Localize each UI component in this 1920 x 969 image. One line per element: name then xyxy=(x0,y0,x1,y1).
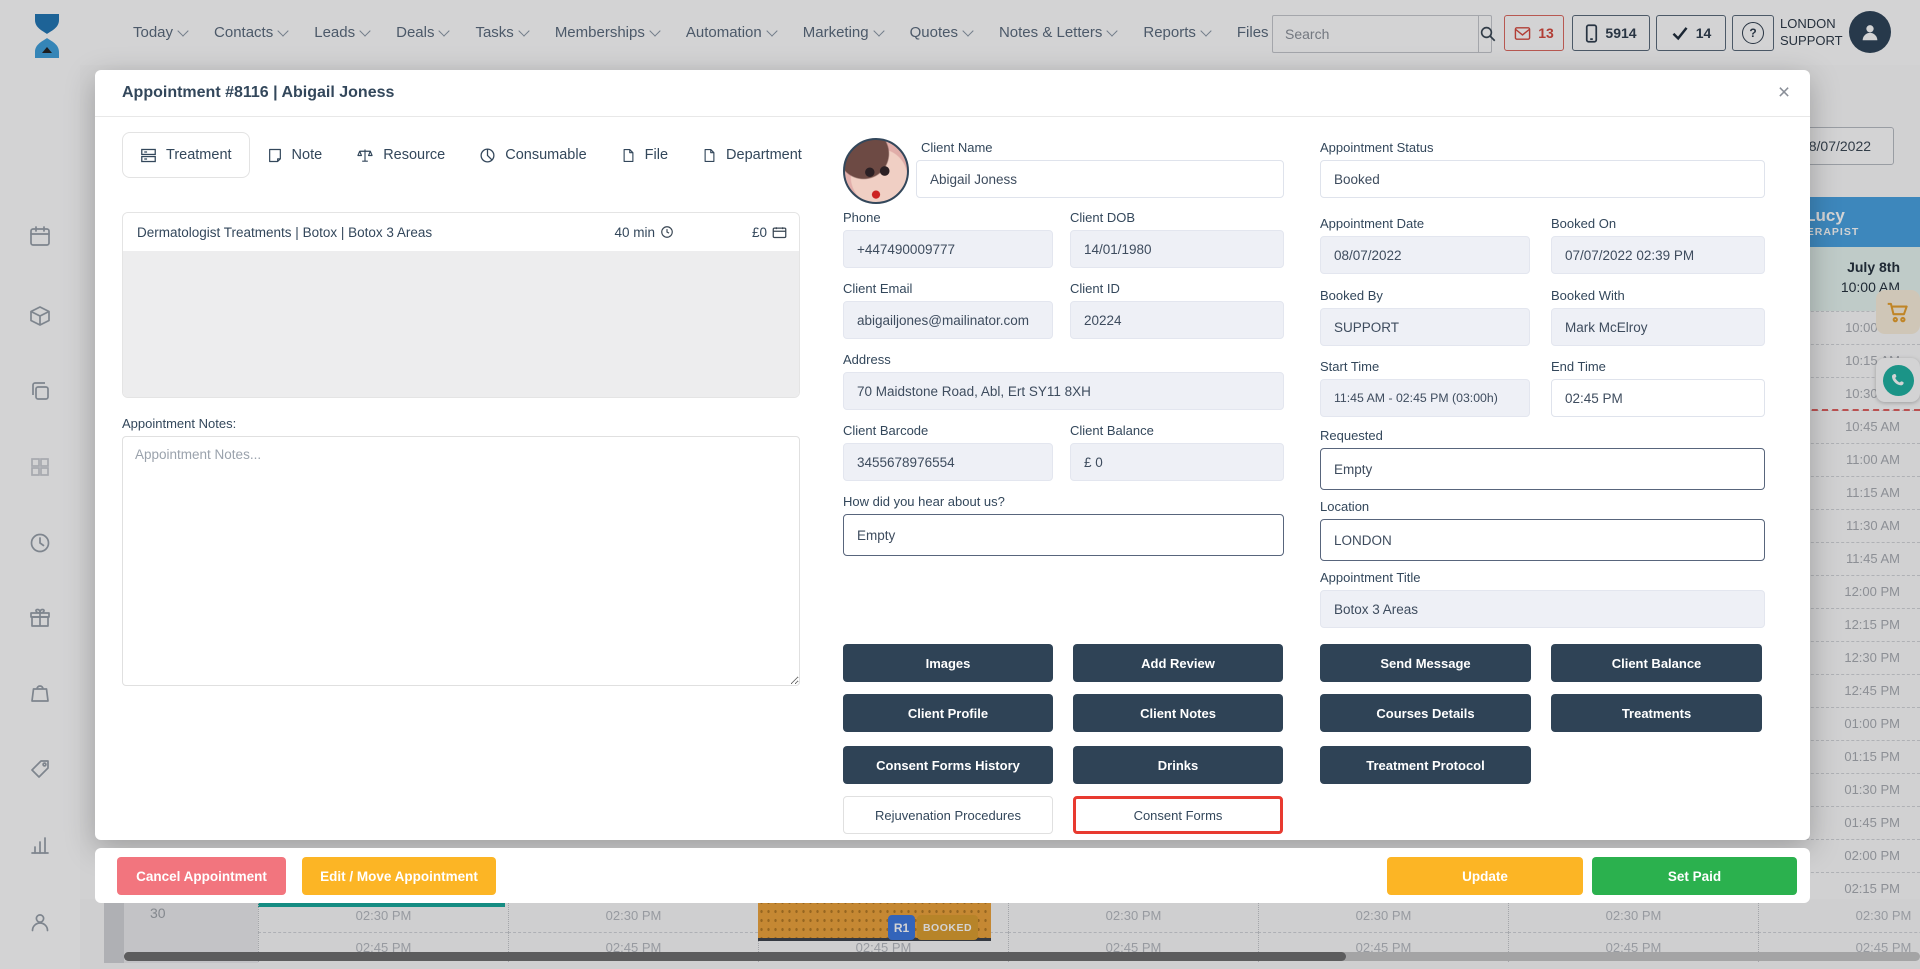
client-email-label: Client Email xyxy=(843,281,912,296)
booked-by-label: Booked By xyxy=(1320,288,1383,303)
scale-icon xyxy=(356,147,374,164)
phone-field[interactable]: +447490009777 xyxy=(843,230,1053,268)
hear-about-select[interactable]: Empty xyxy=(843,514,1284,556)
close-icon[interactable]: × xyxy=(1769,78,1799,108)
note-icon xyxy=(267,147,283,164)
start-time-label: Start Time xyxy=(1320,359,1379,374)
appointment-status-label: Appointment Status xyxy=(1320,140,1433,155)
rejuvenation-procedures-button[interactable]: Rejuvenation Procedures xyxy=(843,796,1053,834)
drinks-button[interactable]: Drinks xyxy=(1073,746,1283,784)
booked-with-field[interactable]: Mark McElroy xyxy=(1551,308,1765,346)
appointment-title-field[interactable]: Botox 3 Areas xyxy=(1320,590,1765,628)
tab-consumable[interactable]: Consumable xyxy=(462,133,603,177)
tab-department[interactable]: Department xyxy=(685,133,819,177)
send-message-button[interactable]: Send Message xyxy=(1320,644,1531,682)
start-time-field[interactable]: 11:45 AM - 02:45 PM (03:00h) xyxy=(1320,379,1530,417)
address-label: Address xyxy=(843,352,891,367)
client-id-field[interactable]: 20224 xyxy=(1070,301,1284,339)
pie-chart-icon xyxy=(479,147,496,164)
appointment-title-label: Appointment Title xyxy=(1320,570,1420,585)
add-review-button[interactable]: Add Review xyxy=(1073,644,1283,682)
booked-by-field[interactable]: SUPPORT xyxy=(1320,308,1530,346)
client-balance-field[interactable]: £ 0 xyxy=(1070,443,1284,481)
tab-treatment[interactable]: Treatment xyxy=(122,132,250,178)
treatment-duration: 40 min xyxy=(614,225,655,240)
end-time-field[interactable]: 02:45 PM xyxy=(1551,379,1765,417)
client-balance-button[interactable]: Client Balance xyxy=(1551,644,1762,682)
appointment-date-label: Appointment Date xyxy=(1320,216,1424,231)
client-id-label: Client ID xyxy=(1070,281,1120,296)
client-barcode-label: Client Barcode xyxy=(843,423,928,438)
requested-select[interactable]: Empty xyxy=(1320,448,1765,490)
tab-note[interactable]: Note xyxy=(250,133,340,177)
appointment-notes-label: Appointment Notes: xyxy=(122,416,236,431)
booked-on-field[interactable]: 07/07/2022 02:39 PM xyxy=(1551,236,1765,274)
tab-file[interactable]: File xyxy=(604,133,685,177)
client-dob-field[interactable]: 14/01/1980 xyxy=(1070,230,1284,268)
client-profile-button[interactable]: Client Profile xyxy=(843,694,1053,732)
treatment-list-empty-area xyxy=(123,251,799,398)
requested-label: Requested xyxy=(1320,428,1383,443)
appointment-date-field[interactable]: 08/07/2022 xyxy=(1320,236,1530,274)
modal-tabs: Treatment Note Resource xyxy=(122,132,819,178)
screen: Today Contacts Leads Deals Tasks Members… xyxy=(0,0,1920,969)
treatment-protocol-button[interactable]: Treatment Protocol xyxy=(1320,746,1531,784)
client-barcode-field[interactable]: 3455678976554 xyxy=(843,443,1053,481)
tab-label: Note xyxy=(292,147,323,163)
tab-label: Treatment xyxy=(166,147,232,163)
booked-on-label: Booked On xyxy=(1551,216,1616,231)
booked-with-label: Booked With xyxy=(1551,288,1625,303)
tab-label: Consumable xyxy=(505,147,586,163)
file-icon xyxy=(621,147,636,164)
treatment-row[interactable]: Dermatologist Treatments | Botox | Botox… xyxy=(123,213,799,251)
cancel-appointment-button[interactable]: Cancel Appointment xyxy=(117,857,286,895)
treatment-price: £0 xyxy=(752,225,767,240)
mini-calendar-icon xyxy=(772,226,787,239)
consent-forms-history-button[interactable]: Consent Forms History xyxy=(843,746,1053,784)
phone-label: Phone xyxy=(843,210,881,225)
location-select[interactable]: LONDON xyxy=(1320,519,1765,561)
appointment-status-field[interactable]: Booked xyxy=(1320,160,1765,198)
treatments-button[interactable]: Treatments xyxy=(1551,694,1762,732)
clock-icon xyxy=(660,225,674,239)
courses-details-button[interactable]: Courses Details xyxy=(1320,694,1531,732)
file-icon xyxy=(702,147,717,164)
edit-move-appointment-button[interactable]: Edit / Move Appointment xyxy=(302,857,496,895)
tab-label: File xyxy=(645,147,668,163)
client-photo[interactable] xyxy=(843,138,909,204)
treatment-name: Dermatologist Treatments | Botox | Botox… xyxy=(123,225,614,240)
client-notes-button[interactable]: Client Notes xyxy=(1073,694,1283,732)
consent-forms-button[interactable]: Consent Forms xyxy=(1073,796,1283,834)
hear-about-label: How did you hear about us? xyxy=(843,494,1005,509)
modal-footer: Cancel Appointment Edit / Move Appointme… xyxy=(95,848,1810,903)
client-name-field[interactable]: Abigail Joness xyxy=(916,160,1284,198)
client-name-label: Client Name xyxy=(921,140,993,155)
tab-label: Resource xyxy=(383,147,445,163)
set-paid-button[interactable]: Set Paid xyxy=(1592,857,1797,895)
appointment-notes-textarea[interactable] xyxy=(122,436,800,686)
client-balance-label: Client Balance xyxy=(1070,423,1154,438)
modal-title: Appointment #8116 | Abigail Joness xyxy=(122,84,394,102)
client-dob-label: Client DOB xyxy=(1070,210,1135,225)
treatment-list: Dermatologist Treatments | Botox | Botox… xyxy=(122,212,800,398)
appointment-modal: Appointment #8116 | Abigail Joness × Tre… xyxy=(95,70,1810,840)
location-label: Location xyxy=(1320,499,1369,514)
tab-label: Department xyxy=(726,147,802,163)
address-field[interactable]: 70 Maidstone Road, Abl, Ert SY11 8XH xyxy=(843,372,1284,410)
modal-header: Appointment #8116 | Abigail Joness × xyxy=(95,70,1810,117)
images-button[interactable]: Images xyxy=(843,644,1053,682)
end-time-label: End Time xyxy=(1551,359,1606,374)
treatment-list-icon xyxy=(140,147,157,164)
tab-resource[interactable]: Resource xyxy=(339,133,462,177)
update-button[interactable]: Update xyxy=(1387,857,1583,895)
client-email-field[interactable]: abigailjones@mailinator.com xyxy=(843,301,1053,339)
